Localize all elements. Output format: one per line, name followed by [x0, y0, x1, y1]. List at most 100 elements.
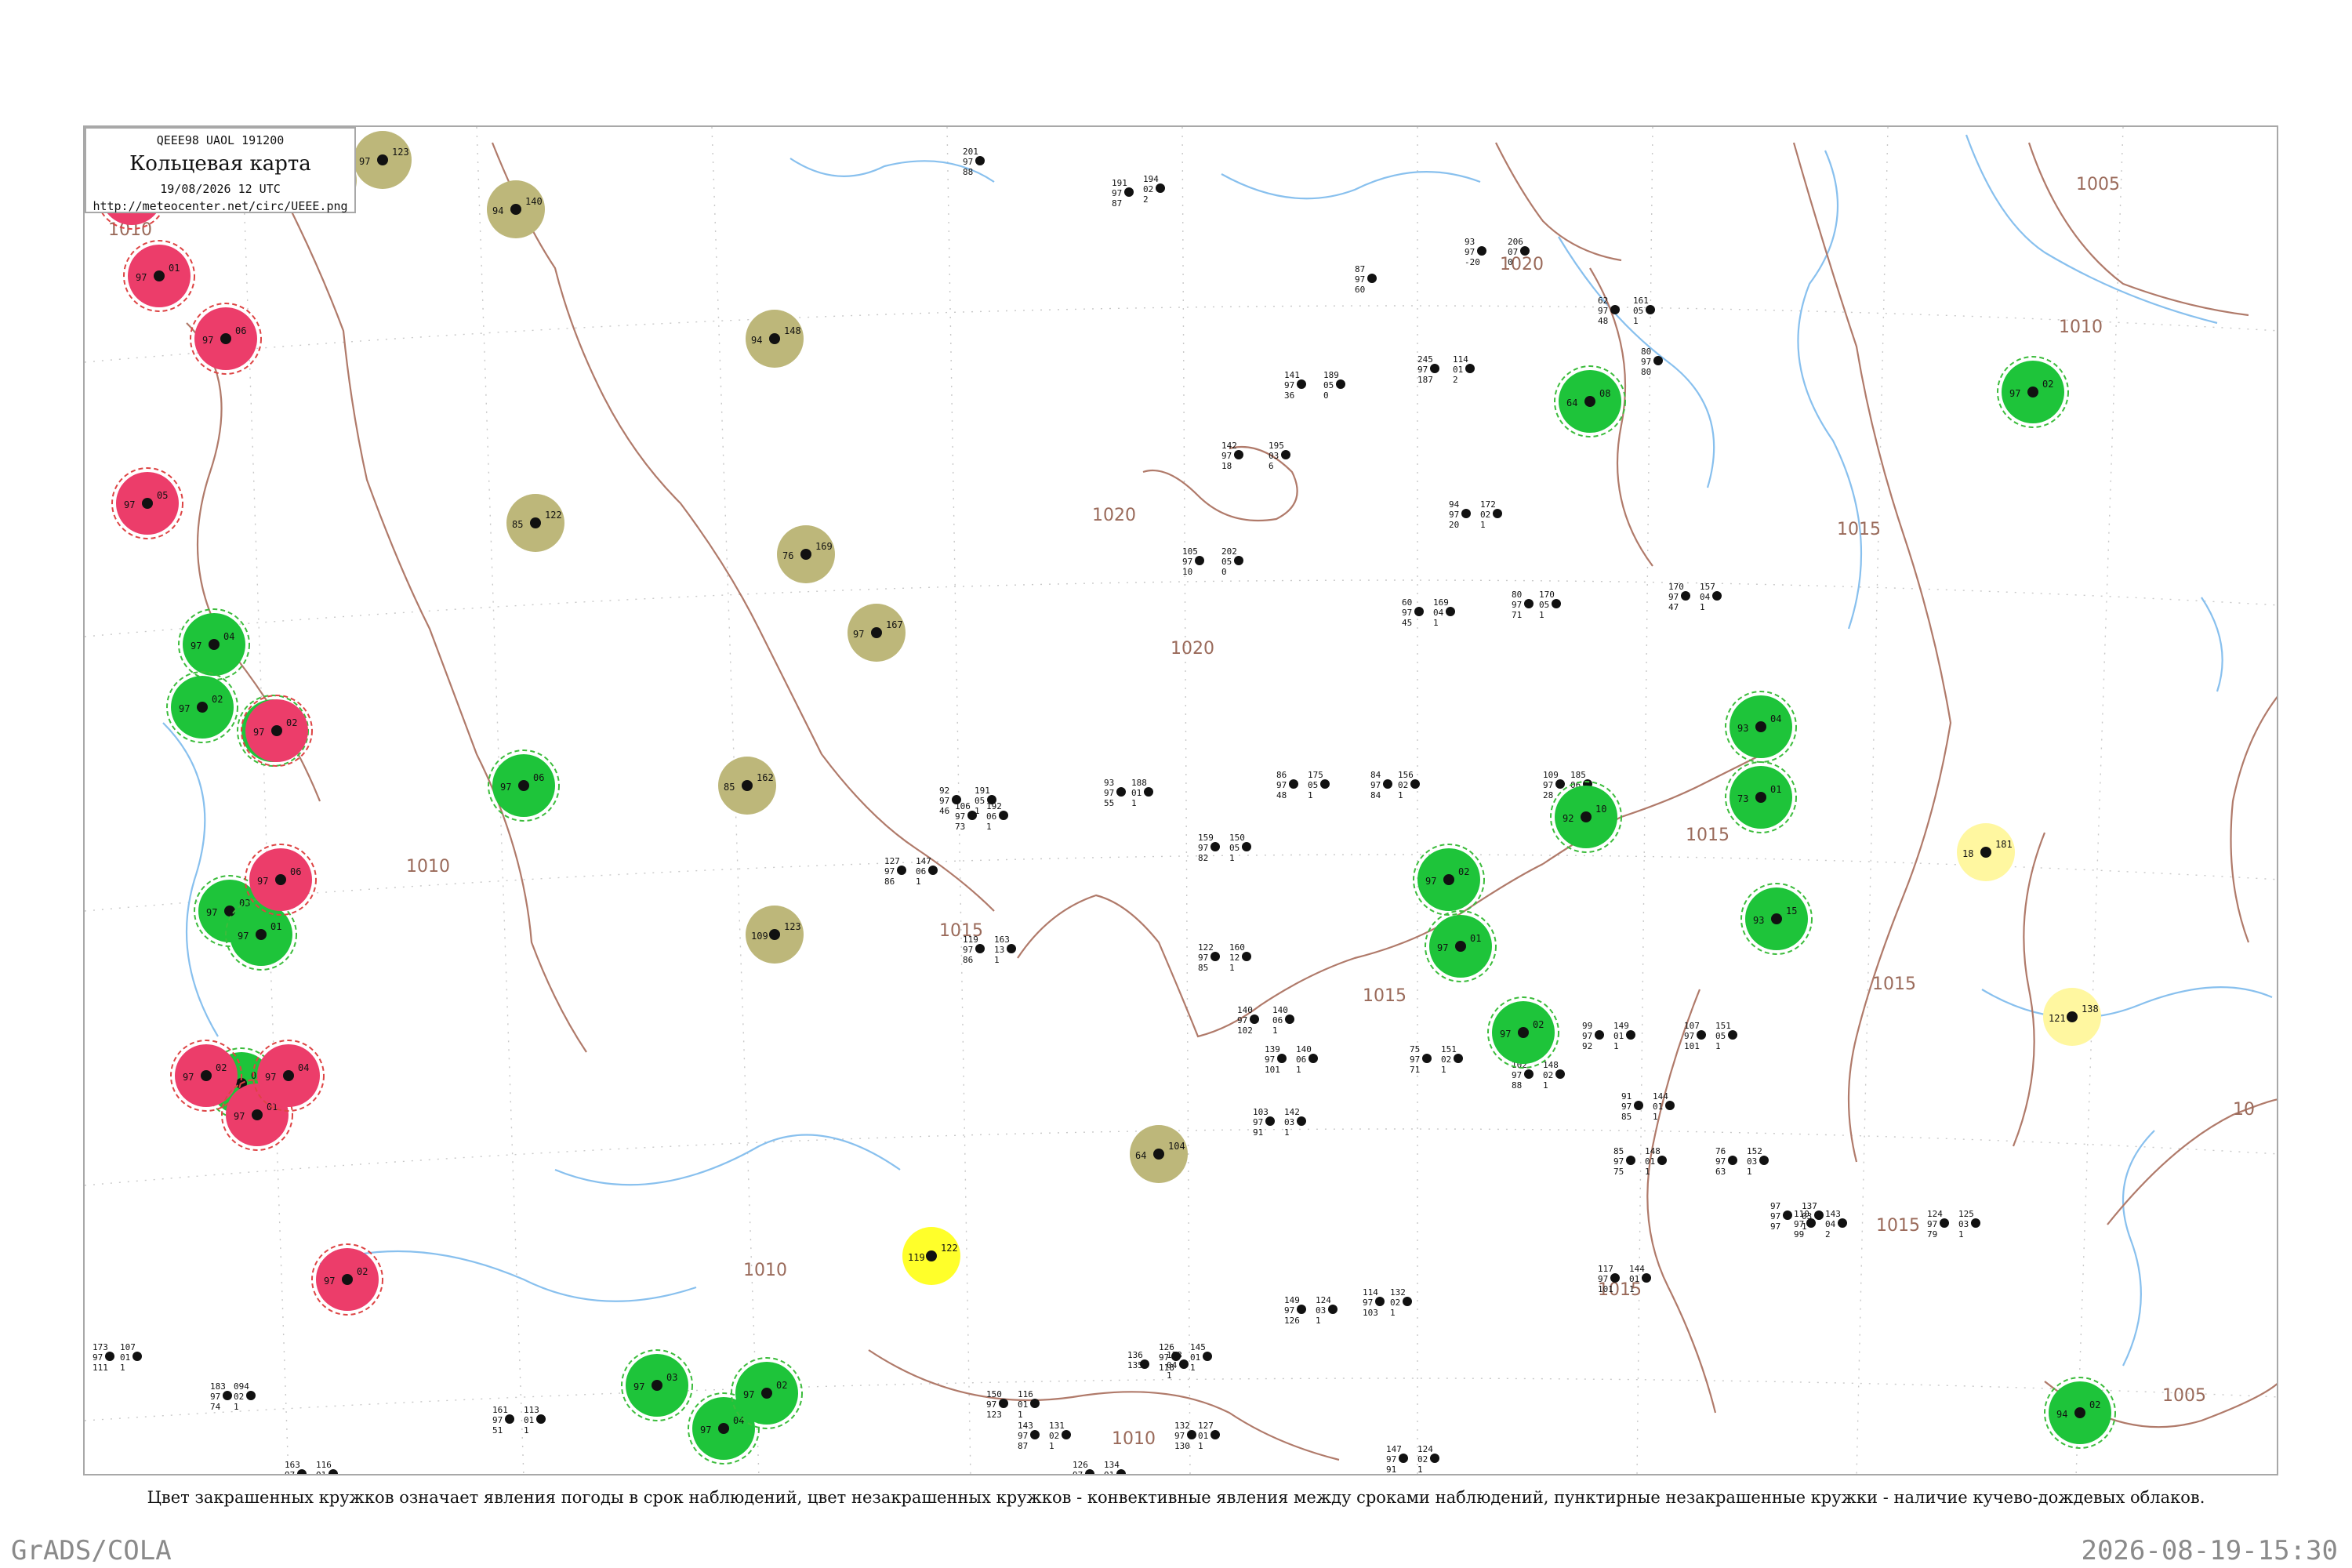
- isobar-label: 1010: [2059, 318, 2103, 337]
- station-value: 02: [1458, 866, 1469, 877]
- cloud-cover-dot: [800, 549, 811, 560]
- station-marker-red: 97 02: [311, 1243, 383, 1316]
- station-value: 97: [939, 796, 949, 806]
- station-value: 06: [235, 325, 246, 336]
- cloud-cover-dot: [1277, 1054, 1287, 1063]
- station-value: 97: [257, 876, 268, 887]
- cloud-cover-dot: [1179, 1359, 1189, 1369]
- station-plot: 1279786: [884, 856, 906, 887]
- station-value: 97: [986, 1399, 996, 1410]
- cloud-cover-dot: [1242, 952, 1251, 961]
- station-value: 1: [1802, 1221, 1807, 1232]
- station-value: 136: [1127, 1350, 1143, 1360]
- station-value: 15: [1786, 906, 1797, 916]
- station-value: 73: [955, 822, 965, 832]
- station-marker-yellow: 119 122: [902, 1227, 960, 1285]
- station-plot: 10797101: [1684, 1021, 1706, 1051]
- station-value: 12: [1229, 953, 1240, 963]
- cloud-cover-dot: [1518, 1027, 1529, 1038]
- station-value: 1: [986, 822, 992, 832]
- station-value: 86: [1276, 770, 1287, 780]
- station-value: 97: [285, 1470, 295, 1475]
- station-plot: 151051: [1715, 1021, 1737, 1051]
- station-value: 01: [270, 921, 281, 932]
- station-value: 124: [1927, 1209, 1943, 1219]
- isobar-label: 1015: [1363, 986, 1406, 1006]
- station-plot: 094021: [234, 1381, 256, 1412]
- cloud-cover-dot: [769, 929, 780, 940]
- station-value: 60: [1355, 285, 1365, 295]
- station-value: 123: [392, 147, 409, 158]
- station-value: 47: [1668, 602, 1679, 612]
- cloud-cover-dot: [154, 270, 165, 281]
- station-value: 0: [1508, 257, 1513, 267]
- station-value: 170: [1668, 582, 1684, 592]
- station-plot: 116011: [316, 1460, 338, 1474]
- station-value: 97: [1182, 557, 1192, 567]
- station-value: 122: [941, 1243, 958, 1254]
- cloud-cover-dot: [1383, 779, 1392, 789]
- station-value: 103: [1363, 1308, 1378, 1318]
- station-value: 97: [1284, 380, 1294, 390]
- station-value: 97: [1598, 1274, 1608, 1284]
- station-value: 150: [1229, 833, 1245, 843]
- station-value: 05: [1633, 306, 1643, 316]
- station-plot: 14997126: [1284, 1295, 1306, 1326]
- cloud-cover-dot: [505, 1414, 514, 1424]
- cloud-cover-dot: [1430, 1454, 1439, 1463]
- station-plot: 116011: [1018, 1389, 1040, 1420]
- station-marker-red: 97 06: [190, 303, 262, 375]
- station-value: 137: [1802, 1201, 1817, 1211]
- station-value: 03: [1269, 451, 1279, 461]
- station-value: 135: [1127, 1360, 1143, 1370]
- cloud-cover-dot: [975, 156, 985, 165]
- station-plot: 192061: [986, 801, 1008, 832]
- station-marker-red: 97 05: [111, 467, 183, 539]
- station-value: 111: [93, 1363, 108, 1373]
- station-value: 172: [1480, 499, 1496, 510]
- station-value: 202: [1221, 546, 1237, 557]
- station-plot: 1839774: [210, 1381, 232, 1412]
- station-value: 51: [492, 1425, 503, 1436]
- station-value: 124: [1417, 1444, 1433, 1454]
- station-value: 123: [986, 1410, 1002, 1420]
- station-value: 85: [1198, 963, 1208, 973]
- cloud-cover-dot: [1755, 792, 1766, 803]
- cloud-cover-dot: [1367, 274, 1377, 283]
- station-plot: 124031: [1316, 1295, 1338, 1326]
- station-value: 97: [1174, 1431, 1185, 1441]
- cloud-cover-dot: [328, 1469, 338, 1474]
- station-value: 97: [492, 1415, 503, 1425]
- station-value: 87: [1112, 198, 1122, 209]
- cloud-cover-dot: [536, 1414, 546, 1424]
- station-value: 10: [1595, 804, 1606, 815]
- station-value: 116: [316, 1460, 332, 1470]
- cloud-cover-dot: [1250, 1014, 1259, 1024]
- isobar-labels: 1005 1010 1020 1010 1015 1020 1020 1015 …: [108, 175, 2255, 1449]
- station-value: 05: [1308, 780, 1318, 790]
- cloud-cover-dot: [201, 1070, 212, 1081]
- station-value: 97: [1370, 780, 1381, 790]
- station-marker-olive: 97 167: [848, 604, 906, 662]
- station-value: 03: [666, 1372, 677, 1383]
- station-value: 1: [1398, 790, 1403, 800]
- station-value: 104: [1168, 1141, 1185, 1152]
- station-value: 132: [1390, 1287, 1406, 1298]
- isobar-label: 1005: [2162, 1386, 2206, 1406]
- station-plot: 15097123: [986, 1389, 1008, 1420]
- station-value: 97: [963, 157, 973, 167]
- station-value: 71: [1410, 1065, 1420, 1075]
- cloud-cover-dot: [1443, 874, 1454, 885]
- station-value: 01: [1770, 784, 1781, 795]
- station-value: 97: [1355, 274, 1365, 285]
- station-value: 02: [1441, 1054, 1451, 1065]
- station-value: 148: [1645, 1146, 1661, 1156]
- station-value: 161: [1633, 296, 1649, 306]
- station-plot: 759771: [1410, 1044, 1432, 1075]
- station-value: 1: [994, 955, 1000, 965]
- station-value: 85: [1613, 1146, 1624, 1156]
- station-value: 60: [1402, 597, 1412, 608]
- cloud-cover-dot: [1555, 1069, 1565, 1079]
- cloud-cover-dot: [209, 639, 220, 650]
- cloud-cover-dot: [761, 1388, 772, 1399]
